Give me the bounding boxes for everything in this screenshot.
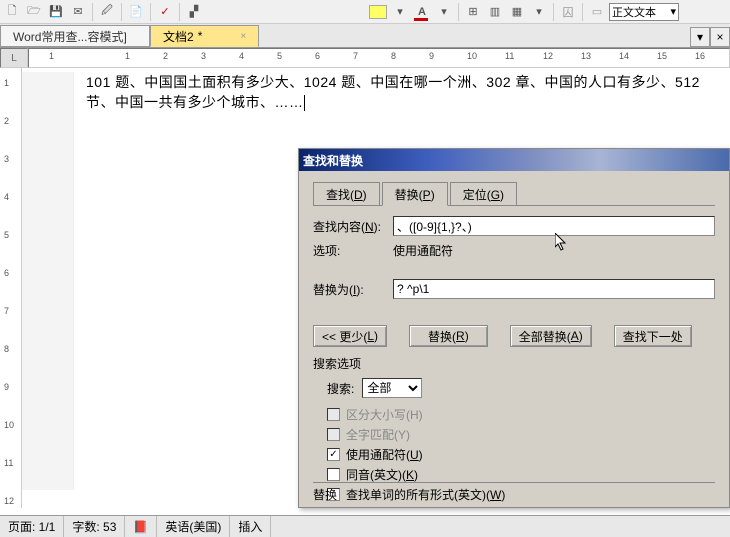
spellcheck-icon[interactable]: ✓ — [155, 2, 175, 22]
ruler-corner: L — [0, 48, 28, 68]
dropdown-icon[interactable]: ▾ — [434, 2, 454, 22]
tab-dropdown-icon[interactable]: ▾ — [690, 27, 710, 47]
char-icon[interactable]: 囚 — [558, 2, 578, 22]
options-value: 使用通配符 — [393, 242, 453, 259]
wildcards-checkbox[interactable]: ✓使用通配符(U) — [327, 446, 715, 463]
book-icon[interactable]: 📕 — [125, 516, 157, 537]
doc-tab-active[interactable]: 文档2* × — [150, 25, 259, 47]
search-direction-combo[interactable]: 全部 — [362, 378, 422, 398]
vertical-ruler[interactable]: 123456789101112 — [0, 68, 22, 508]
close-icon[interactable]: × — [240, 31, 246, 42]
doc-tab-inactive[interactable]: Word常用查...容模式] — [0, 25, 150, 47]
wordcount-status[interactable]: 字数: 53 — [64, 516, 125, 537]
options-label: 选项: — [313, 242, 393, 259]
horizontal-ruler[interactable]: 11234567891011121314151617 — [28, 48, 730, 68]
status-bar: 页面: 1/1 字数: 53 📕 英语(美国) 插入 — [0, 515, 730, 537]
dialog-tabs: 查找(D) 替换(P) 定位(G) — [313, 181, 715, 206]
mail-icon[interactable]: ✉ — [68, 2, 88, 22]
edit-icon[interactable]: 🖉 — [97, 2, 117, 22]
window-icon[interactable]: ▭ — [587, 2, 607, 22]
export-icon[interactable]: ▞ — [184, 2, 204, 22]
border-icon[interactable]: ▦ — [507, 2, 527, 22]
highlight-icon[interactable] — [368, 2, 388, 22]
replace-all-button[interactable]: 全部替换(A) — [510, 325, 592, 347]
find-label: 查找内容(N): — [313, 218, 393, 235]
dropdown-icon[interactable]: ▾ — [529, 2, 549, 22]
dropdown-icon[interactable]: ▾ — [390, 2, 410, 22]
replace-input[interactable] — [393, 279, 715, 299]
new-doc-icon[interactable]: 🗋 — [2, 2, 22, 22]
search-options-header: 搜索选项 — [313, 355, 715, 372]
find-input[interactable] — [393, 216, 715, 236]
language-status[interactable]: 英语(美国) — [157, 516, 230, 537]
insert-mode-status[interactable]: 插入 — [230, 516, 271, 537]
dialog-title[interactable]: 查找和替换 — [299, 149, 729, 171]
replace-button[interactable]: 替换(R) — [409, 325, 488, 347]
tab-find[interactable]: 查找(D) — [313, 182, 380, 206]
save-icon[interactable]: 💾 — [46, 2, 66, 22]
page-status[interactable]: 页面: 1/1 — [0, 516, 64, 537]
font-color-icon[interactable]: A — [412, 2, 432, 22]
sounds-like-checkbox[interactable]: 同音(英文)(K) — [327, 466, 715, 483]
open-icon[interactable]: 🗁 — [24, 2, 44, 22]
paragraph-style-combo[interactable]: 正文文本▾ — [609, 3, 679, 21]
tab-replace[interactable]: 替换(P) — [382, 182, 448, 206]
document-line: 节、中国一共有多少个城市、…… — [86, 92, 716, 112]
table-icon[interactable]: ⊞ — [463, 2, 483, 22]
main-toolbar: 🗋 🗁 💾 ✉ 🖉 📄 ✓ ▞ ▾ A ▾ ⊞ ▥ ▦ ▾ 囚 ▭ 正文文本▾ — [0, 0, 730, 24]
columns-icon[interactable]: ▥ — [485, 2, 505, 22]
document-tab-bar: Word常用查...容模式] 文档2* × ▾ × — [0, 24, 730, 48]
dialog-footer-label: 替换 — [313, 486, 715, 503]
less-button[interactable]: << 更少(L) — [313, 325, 387, 347]
search-direction-label: 搜索: — [327, 380, 354, 397]
match-case-checkbox: 区分大小写(H) — [327, 406, 715, 423]
tab-goto[interactable]: 定位(G) — [450, 182, 517, 206]
find-replace-dialog: 查找和替换 查找(D) 替换(P) 定位(G) 查找内容(N): 选项: 使用通… — [298, 148, 730, 508]
replace-label: 替换为(I): — [313, 281, 393, 298]
document-line: 101 题、中国国土面积有多少大、1024 题、中国在哪一个洲、302 章、中国… — [86, 72, 716, 92]
whole-word-checkbox: 全字匹配(Y) — [327, 426, 715, 443]
ruler-area: L 11234567891011121314151617 — [0, 48, 730, 68]
tab-close-icon[interactable]: × — [710, 27, 730, 47]
find-next-button[interactable]: 查找下一处 — [614, 325, 692, 347]
print-preview-icon[interactable]: 📄 — [126, 2, 146, 22]
